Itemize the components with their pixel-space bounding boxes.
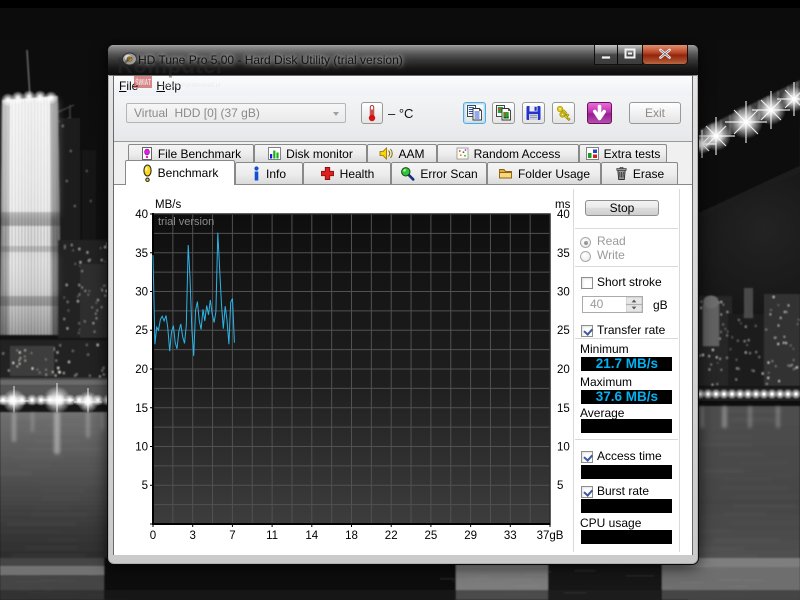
svg-text:15: 15 <box>557 403 570 415</box>
svg-text:0: 0 <box>150 530 156 542</box>
svg-text:20: 20 <box>557 364 570 376</box>
svg-text:25: 25 <box>135 325 148 337</box>
svg-text:30: 30 <box>135 287 148 299</box>
svg-text:ms: ms <box>555 199 571 211</box>
svg-text:25: 25 <box>425 530 438 542</box>
svg-text:trial version: trial version <box>158 216 214 228</box>
svg-text:22: 22 <box>385 530 398 542</box>
svg-text:3: 3 <box>189 530 195 542</box>
svg-text:35: 35 <box>557 248 570 260</box>
svg-text:30: 30 <box>557 287 570 299</box>
svg-text:5: 5 <box>142 480 148 492</box>
svg-text:35: 35 <box>135 248 148 260</box>
svg-text:10: 10 <box>135 442 148 454</box>
svg-text:40: 40 <box>135 209 148 221</box>
svg-text:29: 29 <box>464 530 477 542</box>
svg-text:25: 25 <box>557 325 570 337</box>
svg-text:10: 10 <box>557 442 570 454</box>
svg-text:11: 11 <box>266 530 278 542</box>
svg-text:7: 7 <box>229 530 235 542</box>
svg-text:MB/s: MB/s <box>155 199 181 211</box>
svg-text:20: 20 <box>135 364 148 376</box>
svg-text:37gB: 37gB <box>537 530 564 542</box>
svg-text:15: 15 <box>135 403 148 415</box>
svg-text:14: 14 <box>305 530 318 542</box>
svg-text:5: 5 <box>557 480 563 492</box>
svg-text:33: 33 <box>504 530 517 542</box>
svg-text:18: 18 <box>345 530 358 542</box>
